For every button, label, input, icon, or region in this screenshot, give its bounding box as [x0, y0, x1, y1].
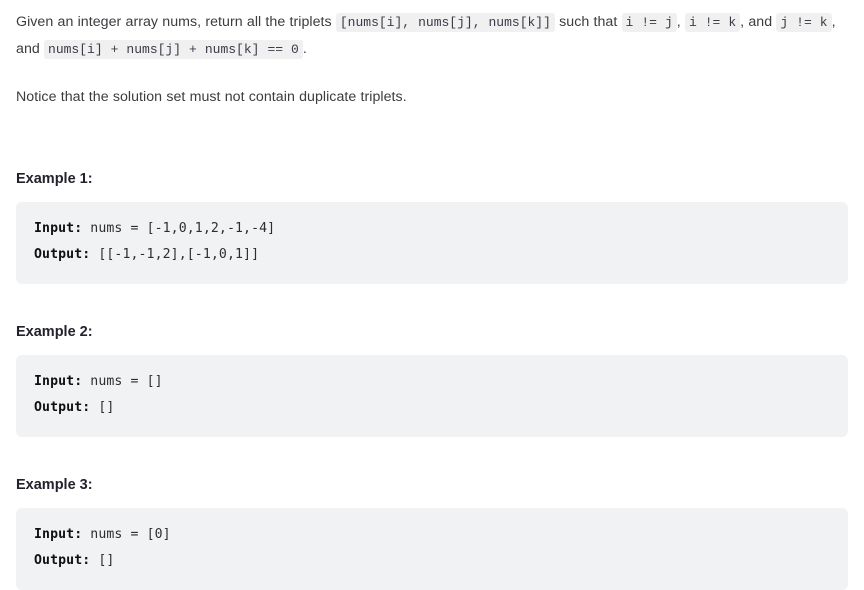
example-3-heading: Example 3: [16, 477, 93, 493]
example-3-code-block: Input: nums = [0] Output: [] [16, 508, 848, 590]
example-3-input-label: Input: [34, 527, 83, 542]
inline-code-j-not-equal-k: j != k [776, 13, 832, 32]
example-1-output-label: Output: [34, 247, 91, 262]
example-2-output-value: [] [90, 400, 115, 415]
example-1-input-line: Input: nums = [-1,0,1,2,-1,-4] [16, 216, 848, 242]
example-2-code-block: Input: nums = [] Output: [] [16, 355, 848, 437]
example-1-input-label: Input: [34, 221, 83, 236]
example-1-input-value: nums = [-1,0,1,2,-1,-4] [82, 221, 276, 236]
example-3-output-label: Output: [34, 553, 91, 568]
example-2-heading: Example 2: [16, 324, 93, 340]
example-3-input-value: nums = [0] [82, 527, 171, 542]
example-2-output-label: Output: [34, 400, 91, 415]
example-2-input-label: Input: [34, 374, 83, 389]
statement-text-part-2: such that [554, 14, 622, 30]
example-1-heading: Example 1: [16, 171, 93, 187]
example-2-input-line: Input: nums = [] [16, 369, 848, 395]
notice-paragraph: Notice that the solution set must not co… [16, 89, 407, 105]
example-2-output-line: Output: [] [16, 395, 848, 421]
problem-statement-paragraph: Given an integer array nums, return all … [16, 9, 848, 63]
statement-text-part-1: Given an integer array nums, return all … [16, 14, 336, 30]
example-3-input-line: Input: nums = [0] [16, 522, 848, 548]
statement-text-part-3: , [676, 14, 685, 30]
problem-description-page: Given an integer array nums, return all … [0, 0, 864, 590]
example-3-output-line: Output: [] [16, 548, 848, 574]
example-2-input-value: nums = [] [82, 374, 163, 389]
example-1-output-line: Output: [[-1,-1,2],[-1,0,1]] [16, 242, 848, 268]
example-1-code-block: Input: nums = [-1,0,1,2,-1,-4] Output: [… [16, 202, 848, 284]
example-3-output-value: [] [90, 553, 115, 568]
inline-code-sum-equals-zero: nums[i] + nums[j] + nums[k] == 0 [44, 40, 303, 59]
statement-text-part-4: , and [740, 14, 777, 30]
inline-code-i-not-equal-j: i != j [621, 13, 677, 32]
example-1-output-value: [[-1,-1,2],[-1,0,1]] [90, 247, 260, 262]
inline-code-i-not-equal-k: i != k [684, 13, 741, 32]
inline-code-triplet-signature: [nums[i], nums[j], nums[k]] [335, 13, 555, 32]
statement-text-part-6: . [302, 41, 307, 57]
